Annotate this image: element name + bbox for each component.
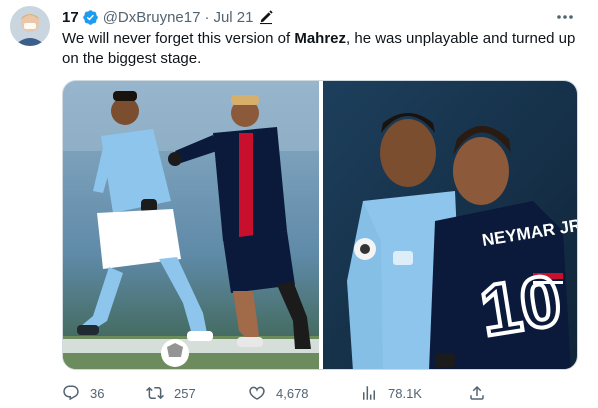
- like-button[interactable]: 4,678: [248, 382, 309, 404]
- tweet-header: 17 @DxBruyne17 · Jul 21: [62, 7, 274, 27]
- reply-count: 36: [90, 385, 105, 401]
- tweet-actions: 36 257 4,678 78.1K: [62, 382, 492, 404]
- like-count: 4,678: [276, 385, 309, 401]
- share-button[interactable]: [468, 382, 486, 404]
- user-handle[interactable]: @DxBruyne17: [103, 9, 201, 26]
- tweet-card[interactable]: 17 @DxBruyne17 · Jul 21 We will never fo…: [0, 0, 598, 408]
- retweet-icon: [146, 386, 164, 400]
- edited-pencil-icon[interactable]: [258, 9, 274, 25]
- right-photo[interactable]: NEYMAR JR 10: [323, 81, 578, 370]
- retweet-button[interactable]: 257: [146, 382, 196, 404]
- share-icon: [470, 385, 484, 400]
- media-divider: [319, 81, 323, 369]
- tweet-date[interactable]: Jul 21: [213, 9, 253, 26]
- tweet-text: We will never forget this version of Mah…: [62, 29, 582, 69]
- tweet-media[interactable]: NEYMAR JR 10: [62, 80, 578, 370]
- reply-icon: [63, 385, 79, 401]
- views-button[interactable]: 78.1K: [360, 382, 422, 404]
- tweet-text-part: We will never forget this version of: [62, 30, 295, 47]
- display-name[interactable]: 17: [62, 9, 79, 26]
- reply-button[interactable]: 36: [62, 382, 104, 404]
- avatar[interactable]: [10, 6, 50, 46]
- retweet-count: 257: [174, 385, 196, 401]
- tweet-text-bold[interactable]: Mahrez: [294, 30, 346, 47]
- views-count: 78.1K: [388, 385, 422, 401]
- heart-icon: [249, 386, 265, 400]
- views-chart-icon: [363, 386, 375, 400]
- verified-badge-icon: [82, 9, 99, 26]
- separator-dot: ·: [204, 8, 210, 26]
- jersey-number: 10: [475, 260, 567, 352]
- left-photo[interactable]: [63, 81, 319, 370]
- more-dots-icon[interactable]: [554, 8, 576, 26]
